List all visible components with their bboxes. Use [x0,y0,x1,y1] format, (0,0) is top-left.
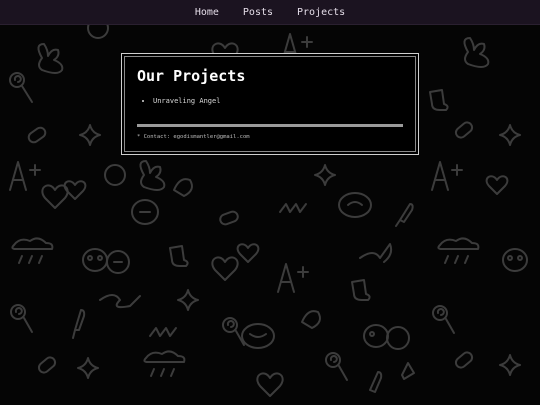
squiggle-decoration [99,294,141,309]
star-icon [499,354,521,376]
squiggle-decoration [359,243,393,263]
page-title: Our Projects [137,67,246,85]
bunny-icon [463,37,490,68]
lollipop-icon [10,304,33,333]
pill-icon [37,356,57,374]
face-icon [241,323,275,349]
lollipop-icon [325,352,348,381]
top-nav-bar: Home Posts Projects [0,0,540,25]
a-plus-icon [9,161,41,191]
boot-icon [429,89,449,111]
heart-icon [211,256,239,281]
knife-icon [369,371,383,393]
star-icon [79,124,101,146]
a-plus-icon [277,263,309,293]
bunny-icon [139,160,166,191]
face-icon [131,199,159,225]
pill-icon [454,121,474,139]
star-icon [77,357,99,379]
squiggle-decoration [401,362,415,380]
star-icon [499,124,521,146]
rain-cloud-icon [11,237,54,264]
face-icon [502,248,528,272]
heart-icon [256,372,284,397]
face-icon [338,192,372,218]
face-icon [363,324,410,350]
squiggle-decoration [173,178,193,197]
pill-icon [27,126,47,144]
project-list: Unraveling Angel [137,95,220,107]
section-divider [137,124,403,127]
lollipop-icon [432,305,455,334]
heart-icon [236,243,260,263]
pill-icon [454,351,474,369]
knife-icon [395,203,414,227]
lollipop-icon [9,72,33,103]
boot-icon [351,279,371,301]
squiggle-decoration [149,327,177,337]
star-icon [177,289,199,311]
contact-text: * Contact: egodismantler@gmail.com [137,134,250,140]
face-icon [104,164,126,186]
squiggle-decoration [279,203,307,213]
heart-icon [485,175,509,195]
face-icon [106,250,130,274]
bunny-icon [37,43,64,74]
nav-link-projects[interactable]: Projects [297,7,345,18]
pill-icon [219,210,239,226]
rain-cloud-icon [143,350,186,377]
project-item-label[interactable]: Unraveling Angel [153,97,220,105]
squiggle-decoration [301,310,321,329]
face-icon [82,248,108,272]
heart-icon [41,184,69,209]
projects-panel: Our Projects Unraveling Angel * Contact:… [121,53,419,155]
a-plus-icon [431,161,463,191]
lollipop-icon [222,317,245,346]
boot-icon [169,245,189,267]
star-icon [314,164,336,186]
nav-link-posts[interactable]: Posts [243,7,273,18]
nav-link-home[interactable]: Home [195,7,219,18]
project-item-unraveling-angel[interactable]: Unraveling Angel [153,95,220,107]
rain-cloud-icon [437,237,480,264]
knife-icon [72,309,86,339]
